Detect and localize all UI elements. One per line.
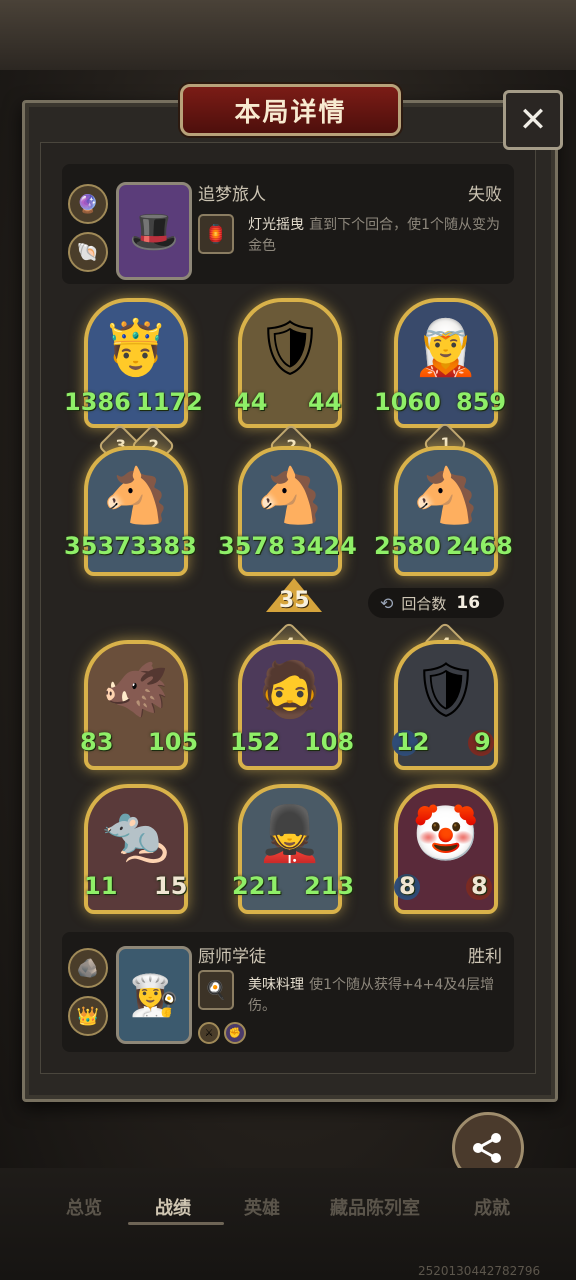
tab-records[interactable]: 战绩 — [155, 1194, 191, 1220]
top-backdrop — [0, 0, 576, 70]
unit-health: 1172 — [136, 388, 203, 416]
unit-attack: 221 — [232, 872, 283, 900]
boar-chef-icon: 🐗 — [102, 658, 170, 721]
unit-attack: 152 — [230, 728, 281, 756]
unit-health: 105 — [148, 728, 199, 756]
unit-attack: 2580 — [374, 532, 441, 560]
opponent-hero-portrait[interactable]: 🎩 — [116, 182, 192, 280]
unit-health: 213 — [304, 872, 355, 900]
unit-health: 3383 — [130, 532, 197, 560]
unit-health: 8 — [471, 872, 488, 900]
sword-buff-icon[interactable]: ⚔ — [198, 1022, 220, 1044]
title-banner: 本局详情 — [180, 84, 401, 136]
round-value: 16 — [456, 593, 481, 613]
player-result: 胜利 — [468, 947, 502, 967]
close-icon: ✕ — [518, 100, 548, 140]
tab-achievements[interactable]: 成就 — [474, 1194, 510, 1220]
close-button[interactable]: ✕ — [503, 90, 563, 150]
trinket-icon[interactable]: 👑 — [68, 996, 108, 1036]
clown-icon: 🤡 — [412, 802, 480, 865]
player-hero-portrait[interactable]: 👩‍🍳 — [116, 946, 192, 1044]
active-tab-underline — [128, 1222, 224, 1225]
tab-heroes[interactable]: 英雄 — [244, 1194, 280, 1220]
king-portrait-icon: 🤴 — [102, 316, 170, 379]
sorceress-portrait-icon: 🧝 — [412, 316, 480, 379]
unit-health: 9 — [474, 728, 491, 756]
player-card: 🪨 👑 👩‍🍳 厨师学徒 胜利 🍳 美味料理 使1个随从获得+4+4及4层增伤。… — [62, 932, 514, 1052]
opponent-card: 🔮 🐚 🎩 追梦旅人 失败 🏮 灯光摇曳 直到下个回合，使1个随从变为金色 — [62, 164, 514, 284]
unit-health: 44 — [308, 388, 342, 416]
damage-value: 35 — [279, 588, 310, 613]
cooking-skill-icon[interactable]: 🍳 — [198, 970, 234, 1010]
unit-attack: 3537 — [64, 532, 131, 560]
unit-health: 859 — [456, 388, 507, 416]
tab-overview[interactable]: 总览 — [66, 1194, 102, 1220]
fist-buff-icon[interactable]: ✊ — [224, 1022, 246, 1044]
unit-attack: 3578 — [218, 532, 285, 560]
ghost-horse-icon: 🐴 — [256, 464, 324, 527]
lantern-skill-icon[interactable]: 🏮 — [198, 214, 234, 254]
footer-id: 2520130442782796 — [418, 1264, 541, 1278]
trinket-icon[interactable]: 🪨 — [68, 948, 108, 988]
unit-health: 2468 — [446, 532, 513, 560]
tab-collection[interactable]: 藏品陈列室 — [330, 1194, 420, 1220]
brute-icon: 🧔 — [256, 658, 324, 721]
rat-icon: 🐀 — [102, 802, 170, 865]
opponent-skill-name: 灯光摇曳 — [248, 217, 304, 233]
refresh-icon: ⟲ — [380, 593, 394, 613]
trinket-icon[interactable]: 🐚 — [68, 232, 108, 272]
unit-health: 108 — [304, 728, 355, 756]
round-counter: ⟲ 回合数 16 — [368, 588, 504, 618]
trinket-icon[interactable]: 🔮 — [68, 184, 108, 224]
unit-health: 15 — [154, 872, 188, 900]
page-title: 本局详情 — [234, 97, 347, 128]
shield-knight-icon: 🛡 — [411, 658, 481, 721]
unit-attack: 1060 — [374, 388, 441, 416]
paladin-portrait-icon: 🛡 — [255, 316, 325, 379]
unit-attack: 8 — [399, 872, 416, 900]
unit-attack: 83 — [80, 728, 114, 756]
ghost-horse-icon: 🐴 — [102, 464, 170, 527]
unit-attack: 1386 — [64, 388, 131, 416]
opponent-name: 追梦旅人 — [198, 185, 266, 205]
unit-attack: 12 — [396, 728, 430, 756]
share-icon — [473, 1133, 501, 1163]
soldier-icon: 💂 — [256, 802, 324, 865]
player-name: 厨师学徒 — [198, 947, 266, 967]
unit-attack: 11 — [84, 872, 118, 900]
unit-health: 3424 — [290, 532, 357, 560]
round-label: 回合数 — [401, 594, 447, 613]
opponent-result: 失败 — [468, 185, 502, 205]
unit-attack: 44 — [234, 388, 268, 416]
player-skill-name: 美味料理 — [248, 977, 304, 993]
ghost-horse-icon: 🐴 — [412, 464, 480, 527]
